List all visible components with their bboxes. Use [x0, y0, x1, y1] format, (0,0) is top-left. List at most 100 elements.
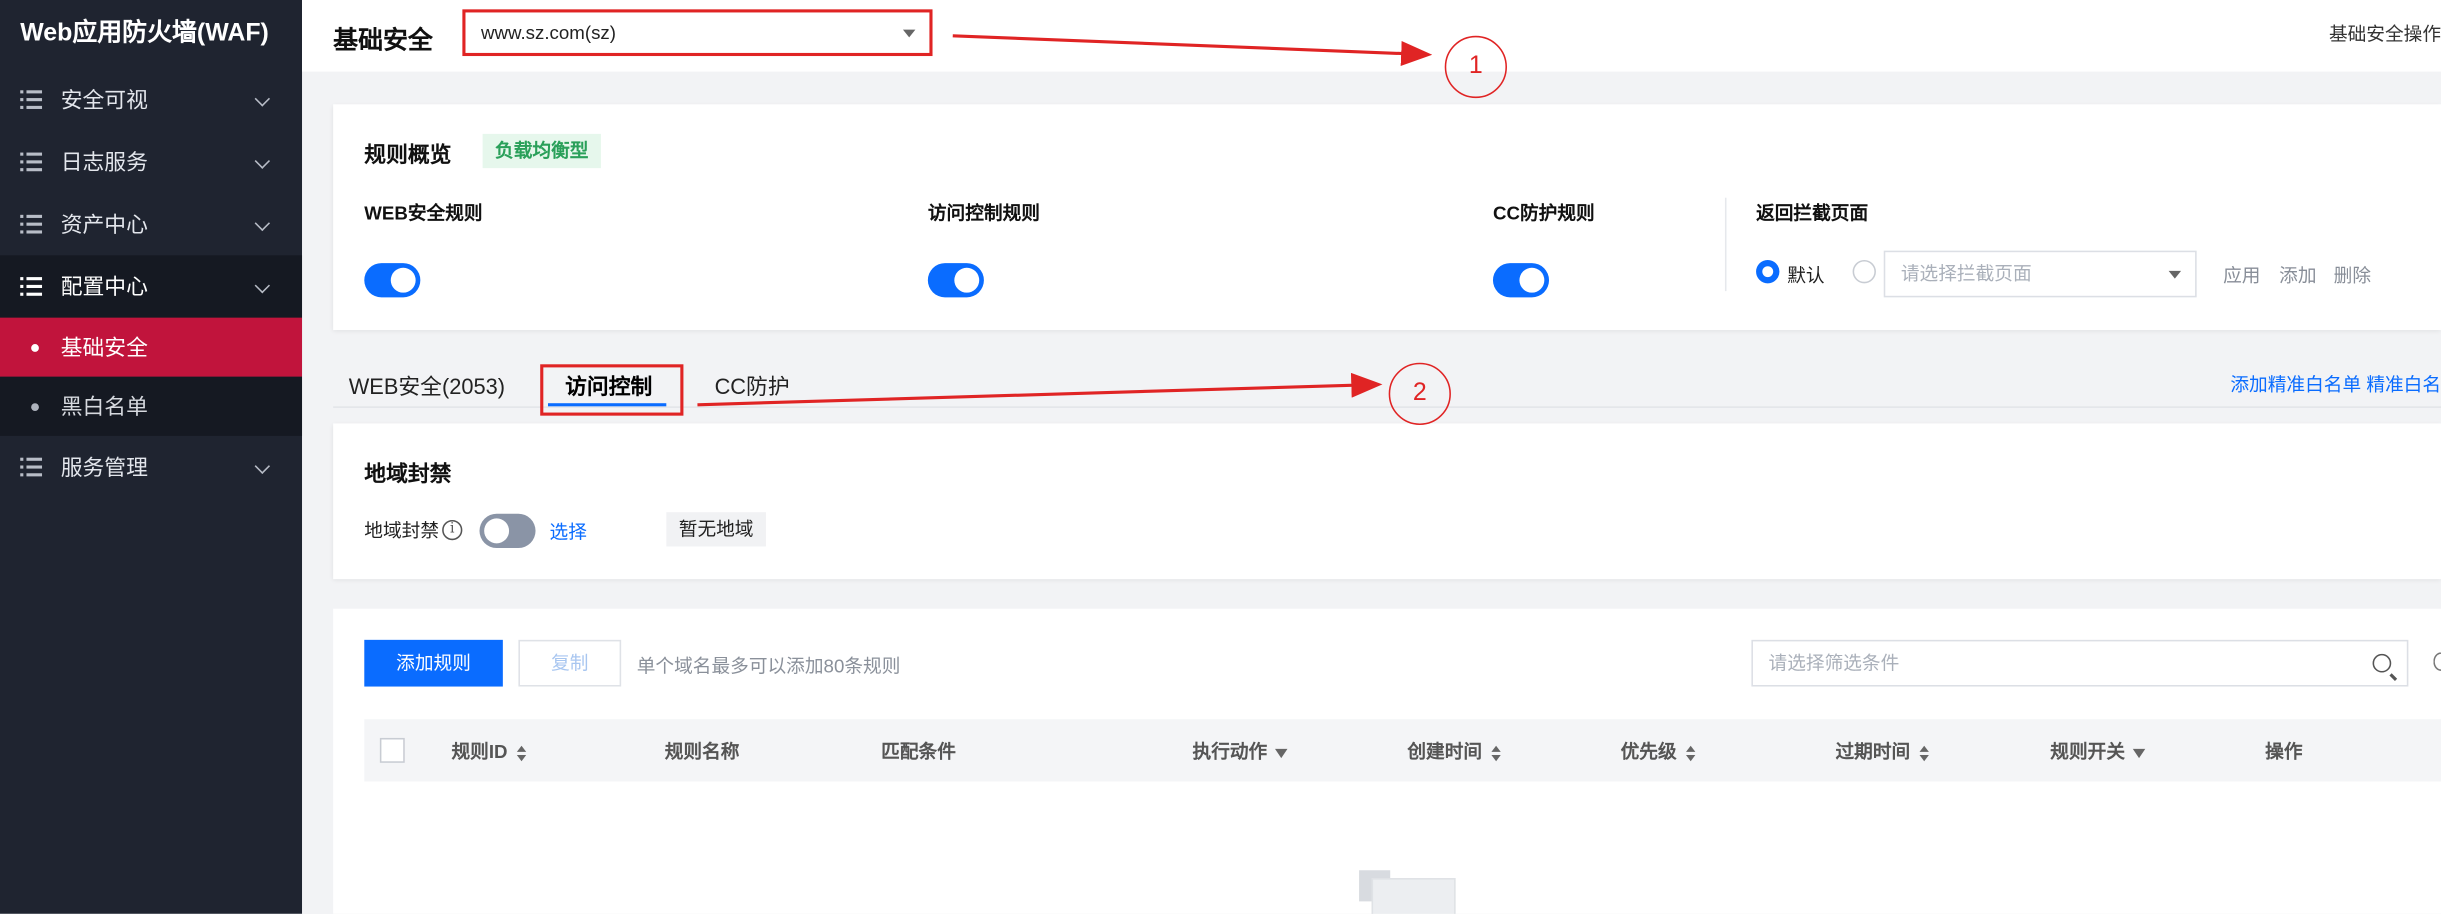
caret-down-icon	[902, 29, 916, 38]
default-radio[interactable]	[1756, 259, 1780, 284]
column-label: 执行动作	[1192, 741, 1268, 763]
bullet-icon	[31, 343, 39, 352]
geo-none-badge: 暂无地域	[666, 512, 766, 547]
chevron-down-icon	[254, 277, 271, 294]
sort-icon[interactable]	[516, 745, 527, 762]
overview-title: 规则概览	[364, 141, 452, 167]
web-rule-toggle[interactable]	[364, 263, 421, 298]
page-title: 基础安全	[333, 28, 433, 55]
geo-block-title: 地域封禁	[364, 460, 452, 486]
column-label: 过期时间	[1835, 741, 1911, 763]
column-label: 规则ID	[451, 741, 508, 763]
column-created-time[interactable]: 创建时间	[1407, 738, 1501, 764]
filter-search-placeholder: 请选择筛选条件	[1768, 652, 1900, 675]
rule-limit-hint: 单个域名最多可以添加80条规则	[636, 655, 901, 678]
column-label: 优先级	[1620, 741, 1677, 763]
sidebar-subitem-basic-security[interactable]: 基础安全	[0, 317, 303, 377]
domain-select[interactable]: www.sz.com(sz)	[462, 9, 933, 57]
sidebar-item-label: 资产中心	[60, 211, 148, 237]
cc-rule-toggle[interactable]	[1492, 263, 1550, 298]
apply-link[interactable]: 应用	[2223, 262, 2260, 288]
info-icon[interactable]: i	[442, 519, 463, 541]
column-operation: 操作	[2265, 738, 2302, 764]
filter-icon[interactable]	[1275, 748, 1288, 758]
sidebar-item-config-center[interactable]: 配置中心	[0, 255, 303, 318]
domain-select-value: www.sz.com(sz)	[481, 21, 616, 44]
filter-icon[interactable]	[2132, 748, 2146, 758]
rules-card: 添加规则 复制 单个域名最多可以添加80条规则 请选择筛选条件 规则ID 规则名…	[333, 608, 2441, 914]
rule-overview-card: 规则概览 负载均衡型 WEB安全规则 访问控制规则 CC防护规则 返回拦截页面 …	[333, 104, 2441, 331]
geo-select-link[interactable]: 选择	[550, 518, 587, 544]
sidebar-item-security-visual[interactable]: 安全可视	[0, 68, 302, 130]
sidebar-item-label: 配置中心	[60, 273, 148, 299]
cc-rule-label: CC防护规则	[1492, 202, 1595, 225]
sort-icon[interactable]	[1686, 745, 1696, 762]
sidebar-item-service-management[interactable]: 服务管理	[0, 436, 302, 498]
app-brand: Web应用防火墙(WAF)	[20, 20, 269, 47]
custom-page-radio[interactable]	[1852, 259, 1876, 284]
chevron-down-icon	[254, 153, 271, 169]
chevron-down-icon	[254, 91, 271, 107]
column-rule-id[interactable]: 规则ID	[451, 738, 527, 764]
list-icon	[20, 214, 43, 234]
tab-cc-protection[interactable]: CC防护	[715, 371, 790, 402]
column-label: 创建时间	[1407, 741, 1483, 763]
column-rule-switch[interactable]: 规则开关	[2050, 738, 2146, 764]
sidebar-item-label: 服务管理	[60, 454, 148, 480]
acl-rule-toggle[interactable]	[927, 263, 984, 298]
sidebar-item-log-service[interactable]: 日志服务	[0, 131, 302, 193]
delete-link[interactable]: 删除	[2334, 262, 2371, 288]
mode-tag: 负载均衡型	[482, 133, 601, 169]
sidebar-item-label: 日志服务	[60, 149, 148, 175]
block-page-placeholder: 请选择拦截页面	[1900, 263, 2032, 285]
tab-web-security[interactable]: WEB安全(2053)	[349, 371, 505, 402]
column-rule-name: 规则名称	[665, 738, 740, 764]
chevron-down-icon	[254, 215, 271, 232]
acl-rule-label: 访问控制规则	[927, 202, 1040, 225]
bullet-icon	[31, 402, 39, 411]
annotation-number-2: 2	[1388, 362, 1451, 426]
whitelist-links[interactable]: 添加精准白名单 精准白名	[2230, 371, 2441, 397]
caret-down-icon	[2168, 270, 2182, 279]
sidebar-item-label: 安全可视	[60, 87, 148, 113]
column-priority[interactable]: 优先级	[1621, 738, 1696, 764]
block-page-select[interactable]: 请选择拦截页面	[1883, 250, 2197, 298]
column-match-condition: 匹配条件	[881, 738, 956, 764]
sort-icon[interactable]	[1491, 745, 1501, 762]
refresh-icon[interactable]	[2433, 652, 2441, 671]
add-link[interactable]: 添加	[2279, 262, 2316, 288]
header-right-link[interactable]: 基础安全操作	[2329, 20, 2441, 46]
top-header: 基础安全 www.sz.com(sz) 基础安全操作	[302, 0, 2441, 72]
column-action[interactable]: 执行动作	[1193, 738, 1288, 764]
select-all-checkbox[interactable]	[379, 737, 405, 763]
block-page-title: 返回拦截页面	[1756, 202, 1869, 225]
default-radio-label: 默认	[1787, 264, 1825, 287]
filter-search-input[interactable]: 请选择筛选条件	[1751, 639, 2409, 687]
web-rule-label: WEB安全规则	[364, 202, 483, 225]
list-icon	[20, 152, 43, 172]
column-label: 匹配条件	[881, 741, 956, 763]
empty-state-icon	[1359, 870, 1456, 914]
sidebar: Web应用防火墙(WAF) 安全可视 日志服务 资产中心 配置中心 基础安全 黑…	[0, 0, 303, 914]
copy-button[interactable]: 复制	[518, 639, 622, 687]
rule-tabs: WEB安全(2053) 访问控制 CC防护 添加精准白名单 精准白名	[333, 352, 2441, 416]
annotation-box-tab	[540, 364, 684, 416]
annotation-number-1: 1	[1444, 35, 1507, 99]
geo-block-label: 地域封禁	[364, 519, 440, 542]
list-icon	[20, 457, 43, 477]
add-rule-button[interactable]: 添加规则	[364, 639, 503, 687]
geo-block-toggle[interactable]	[479, 513, 536, 548]
search-icon[interactable]	[2372, 653, 2392, 673]
list-icon	[20, 277, 43, 296]
sidebar-item-label: 基础安全	[60, 334, 148, 360]
geo-block-card: 地域封禁 地域封禁 i 选择 暂无地域	[333, 423, 2441, 580]
column-expire-time[interactable]: 过期时间	[1835, 738, 1929, 764]
chevron-down-icon	[254, 458, 271, 474]
sidebar-item-label: 黑白名单	[60, 393, 148, 419]
divider	[1724, 197, 1727, 292]
sidebar-subitem-blackwhite-list[interactable]: 黑白名单	[0, 376, 303, 436]
sidebar-item-asset-center[interactable]: 资产中心	[0, 193, 302, 255]
sort-icon[interactable]	[1919, 745, 1929, 762]
list-icon	[20, 90, 43, 109]
column-label: 规则名称	[664, 741, 740, 763]
